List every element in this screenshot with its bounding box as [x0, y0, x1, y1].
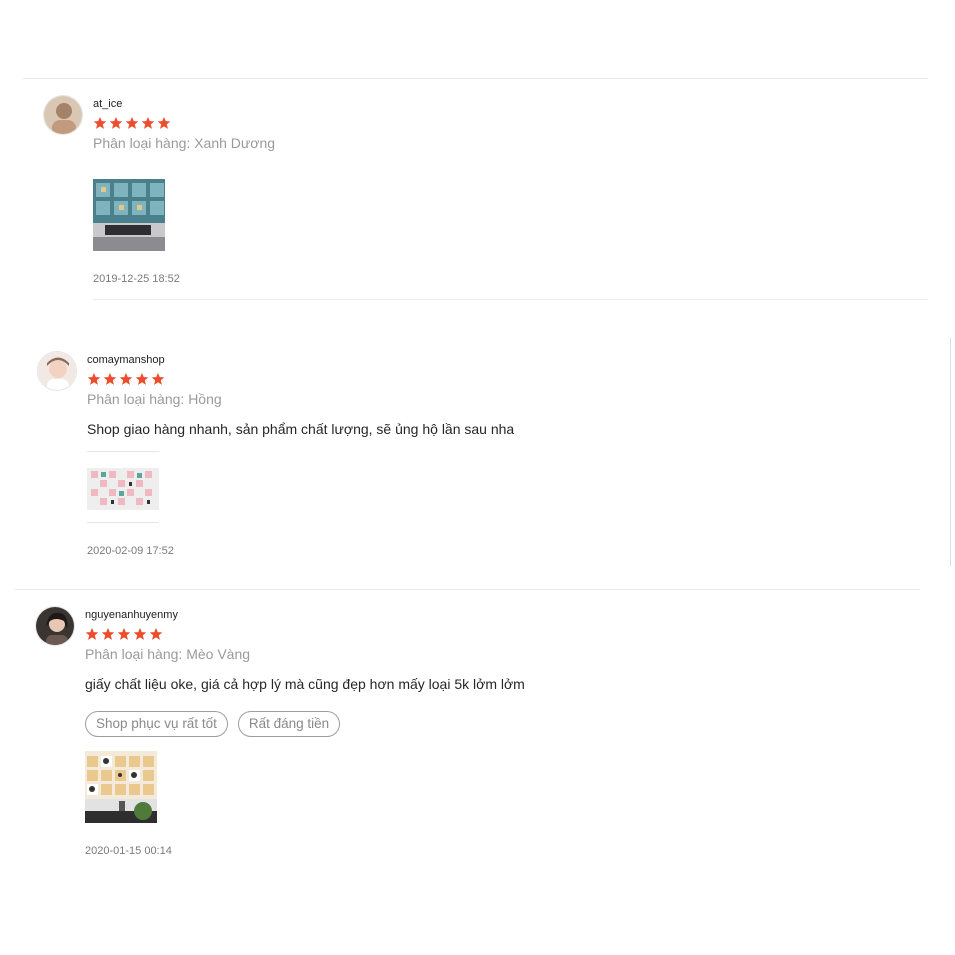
username[interactable]: comaymanshop	[87, 354, 165, 366]
review-comment: Shop giao hàng nhanh, sản phẩm chất lượn…	[87, 421, 515, 437]
review-date: 2019-12-25 18:52	[93, 273, 180, 285]
star-icon	[141, 116, 155, 129]
avatar-image	[44, 96, 82, 134]
review-comment: giấy chất liệu oke, giá cả hợp lý mà cũn…	[85, 676, 525, 692]
review-photo[interactable]	[93, 179, 165, 251]
star-icon	[109, 116, 123, 129]
username[interactable]: nguyenanhuyenmy	[85, 609, 178, 621]
photo-image	[87, 452, 159, 522]
top-divider	[23, 78, 928, 79]
rating-stars	[87, 372, 165, 386]
variant-label: Phân loại hàng: Hồng	[87, 391, 222, 407]
review-date: 2020-01-15 00:14	[85, 845, 172, 857]
photo-image	[93, 179, 165, 251]
star-icon	[125, 116, 139, 129]
star-icon	[151, 372, 165, 385]
review-divider	[15, 589, 920, 590]
star-icon	[117, 627, 131, 640]
star-icon	[93, 116, 107, 129]
review-date: 2020-02-09 17:52	[87, 545, 174, 557]
review-item: comaymanshop Phân loại hàng: Hồng Shop g…	[37, 351, 917, 571]
username[interactable]: at_ice	[93, 98, 122, 110]
star-icon	[85, 627, 99, 640]
avatar-image	[38, 352, 76, 390]
user-avatar[interactable]	[43, 95, 83, 135]
photo-frame-line	[87, 522, 159, 523]
photo-image	[85, 751, 157, 823]
review-photo[interactable]	[87, 452, 159, 522]
rating-stars	[85, 627, 163, 641]
star-icon	[103, 372, 117, 385]
star-icon	[149, 627, 163, 640]
star-icon	[119, 372, 133, 385]
star-icon	[101, 627, 115, 640]
star-icon	[87, 372, 101, 385]
scrollbar-edge[interactable]	[950, 338, 951, 566]
variant-label: Phân loại hàng: Mèo Vàng	[85, 646, 251, 662]
star-icon	[135, 372, 149, 385]
user-avatar[interactable]	[35, 606, 75, 646]
review-item: at_ice Phân loại hàng: Xanh Dương 2019-1…	[43, 95, 928, 300]
review-item: nguyenanhuyenmy Phân loại hàng: Mèo Vàng…	[35, 606, 915, 866]
reviews-page: at_ice Phân loại hàng: Xanh Dương 2019-1…	[0, 0, 955, 955]
review-tags: Shop phục vụ rất tốt Rất đáng tiền	[85, 711, 341, 737]
review-divider	[93, 299, 928, 300]
tag-chip: Shop phục vụ rất tốt	[85, 711, 228, 737]
user-avatar[interactable]	[37, 351, 77, 391]
variant-label: Phân loại hàng: Xanh Dương	[93, 135, 276, 151]
rating-stars	[93, 116, 171, 130]
avatar-image	[36, 607, 74, 645]
star-icon	[133, 627, 147, 640]
review-photo[interactable]	[85, 751, 157, 823]
tag-chip: Rất đáng tiền	[237, 711, 341, 737]
star-icon	[157, 116, 171, 129]
